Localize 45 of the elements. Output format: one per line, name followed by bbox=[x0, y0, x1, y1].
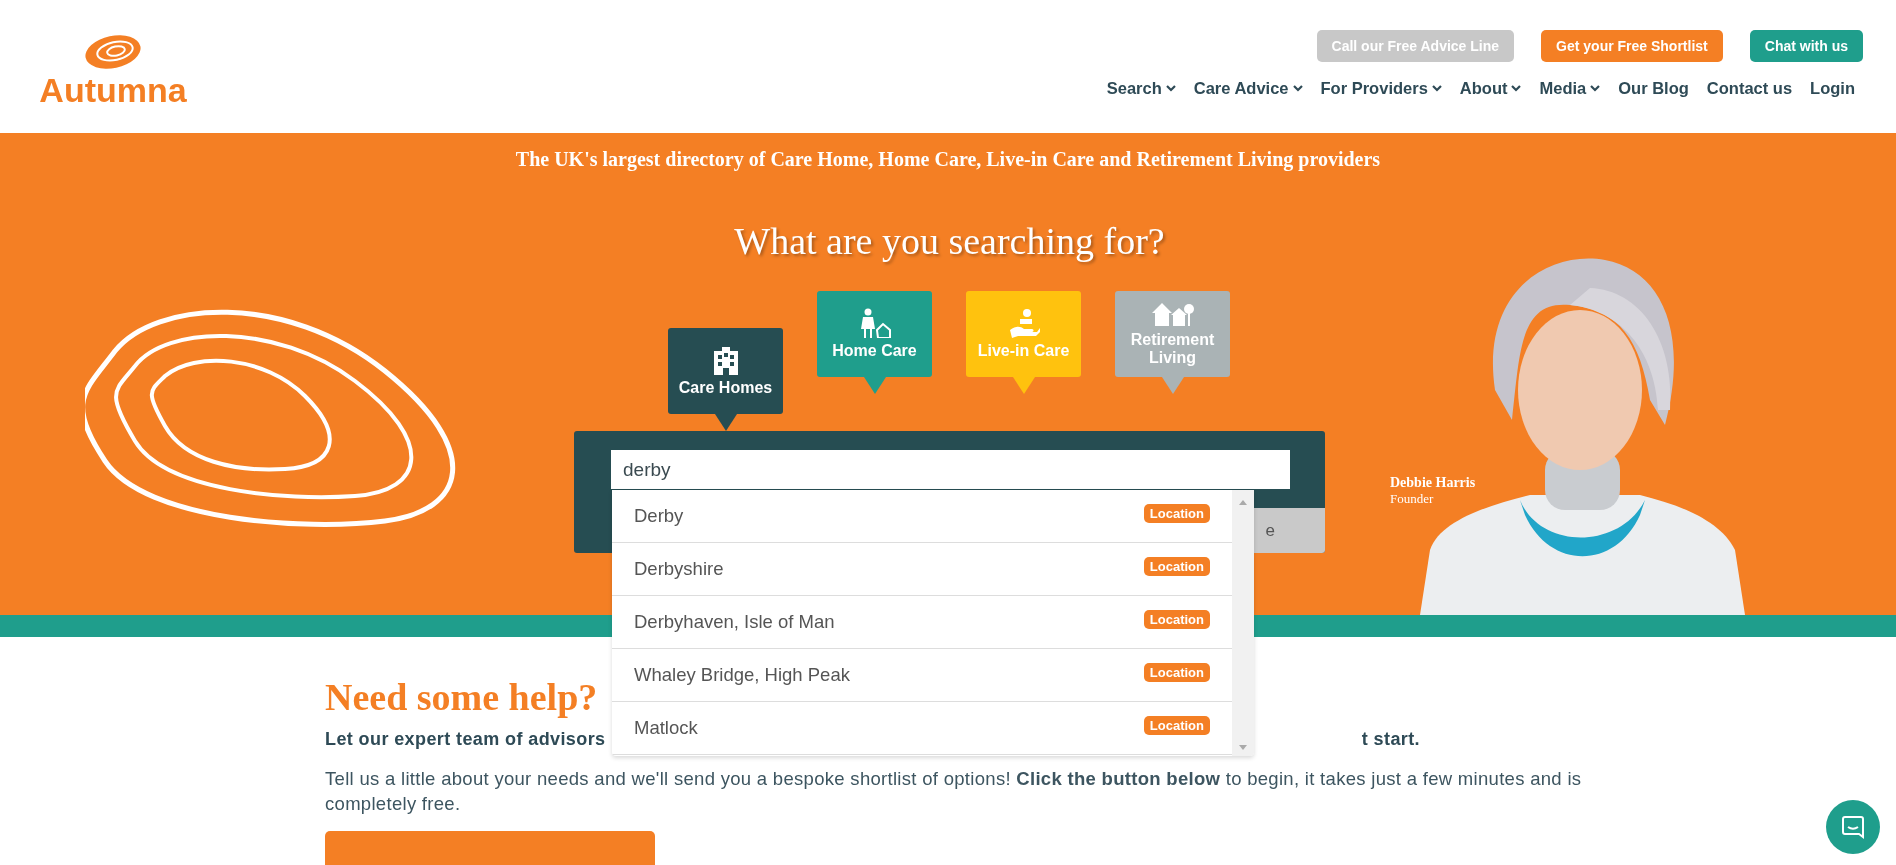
search-field[interactable]: derby bbox=[611, 450, 1290, 489]
tab-pointer bbox=[1161, 377, 1184, 394]
building-icon bbox=[711, 345, 740, 375]
scroll-down-icon[interactable] bbox=[1239, 745, 1247, 750]
person-name: Debbie Harris bbox=[1390, 475, 1476, 491]
chat-icon bbox=[1841, 815, 1865, 839]
location-badge: Location bbox=[1143, 609, 1210, 629]
chevron-down-icon bbox=[1511, 85, 1522, 92]
nav-link[interactable]: Our Blog bbox=[1618, 79, 1689, 98]
nav-link[interactable]: Contact us bbox=[1706, 79, 1793, 98]
help-title: Need some help? bbox=[325, 675, 598, 719]
start-button[interactable] bbox=[325, 831, 655, 865]
suggestion-item[interactable]: Derby Location bbox=[612, 490, 1232, 543]
tab-pointer bbox=[1012, 377, 1035, 394]
location-badge: Location bbox=[1143, 662, 1210, 682]
nav-link[interactable]: Media bbox=[1539, 79, 1601, 98]
scroll-up-icon[interactable] bbox=[1239, 500, 1247, 505]
scrollbar[interactable] bbox=[1232, 490, 1254, 756]
nav-link[interactable]: For Providers bbox=[1320, 79, 1442, 98]
help-paragraph: Tell us a little about your needs and we'll send you a bespoke shortlist of options! Click the button below to begin, it takes just a few minutes and is completely free. bbox=[325, 767, 1583, 816]
lead-text: Let our expert team of advisors bbox=[325, 729, 606, 750]
hand-icon bbox=[1007, 308, 1040, 338]
tab-pointer bbox=[863, 377, 886, 394]
chat-button[interactable] bbox=[1826, 800, 1880, 854]
search-heading: What are you searching for? bbox=[734, 219, 1165, 263]
location-badge: Location bbox=[1143, 556, 1210, 576]
person-role: Founder bbox=[1390, 491, 1435, 507]
suggestion-item[interactable]: Derbyhaven, Isle of Man Location bbox=[612, 596, 1232, 649]
suggestion-item[interactable]: Derbyshire Location bbox=[612, 543, 1232, 596]
nav-link[interactable]: Search bbox=[1106, 79, 1176, 98]
houses-icon bbox=[1150, 301, 1195, 327]
lead-text: t start. bbox=[1361, 729, 1420, 750]
suggestion-item[interactable]: Matlock Location bbox=[612, 702, 1232, 755]
chevron-down-icon bbox=[1292, 85, 1303, 92]
chevron-down-icon bbox=[1431, 85, 1442, 92]
location-badge: Location bbox=[1143, 715, 1210, 735]
nav-link[interactable]: About bbox=[1459, 79, 1522, 98]
tagline: The UK's largest directory of Care Home, Home Care, Live-in Care and Retirement Living providers bbox=[514, 147, 1382, 171]
chevron-down-icon bbox=[1165, 85, 1176, 92]
chevron-down-icon bbox=[1590, 85, 1601, 92]
nav-link[interactable]: Care Advice bbox=[1193, 79, 1303, 98]
suggestion-item[interactable]: Whaley Bridge, High Peak Location bbox=[612, 649, 1232, 702]
location-badge: Location bbox=[1143, 503, 1210, 523]
nav-link[interactable]: Login bbox=[1810, 79, 1855, 98]
logo-swirl-icon bbox=[83, 34, 143, 70]
